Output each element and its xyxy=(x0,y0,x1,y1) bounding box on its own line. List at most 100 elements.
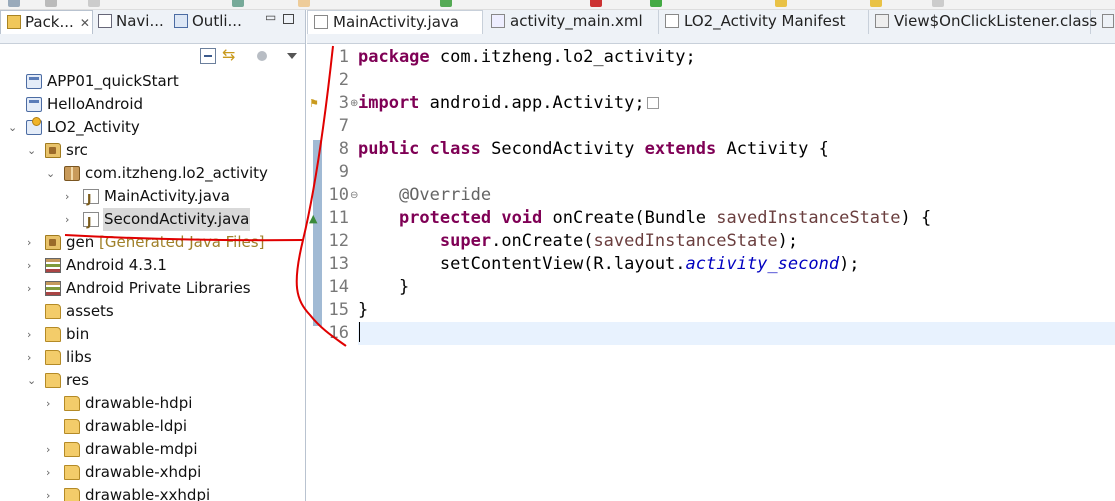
code-line-12: super.onCreate(savedInstanceState); xyxy=(358,230,798,253)
toolbar-icon[interactable] xyxy=(298,0,310,7)
tree-item[interactable]: › drawable-xhdpi xyxy=(0,461,305,484)
line-number: 9 xyxy=(338,162,349,182)
tree-item-label: Android 4.3.1 xyxy=(66,256,167,274)
tab-label: MainActivity.java xyxy=(333,13,459,31)
tab-outline[interactable]: Outli... xyxy=(174,10,242,34)
toolbar-icon[interactable] xyxy=(932,0,944,7)
package-explorer-view: Pack... ✕ Navi... Outli... ▭ APP01_quickS… xyxy=(0,10,306,501)
toolbar-icon[interactable] xyxy=(870,0,882,7)
more-tabs-icon[interactable] xyxy=(1102,14,1114,28)
expand-arrow-icon[interactable]: › xyxy=(27,346,39,369)
tab-activity-main-xml[interactable]: activity_main.xml xyxy=(485,10,659,34)
tree-item-label: drawable-ldpi xyxy=(85,417,188,435)
tree-item[interactable]: › SecondActivity.java xyxy=(0,208,305,234)
code-line-1: package com.itzheng.lo2_activity; xyxy=(358,46,696,69)
expand-arrow-icon[interactable]: › xyxy=(27,323,39,346)
line-number: 3 xyxy=(338,93,349,113)
toolbar-icon[interactable] xyxy=(88,0,100,7)
tree-item[interactable]: ⌄ com.itzheng.lo2_activity xyxy=(0,162,305,185)
tree-item[interactable]: › gen [Generated Java Files] xyxy=(0,231,305,254)
tree-item[interactable]: ⌄ src xyxy=(0,139,305,162)
keyword: class xyxy=(429,139,481,159)
java-editor: MainActivity.java activity_main.xml LO2_… xyxy=(307,10,1115,501)
tree-item-label: HelloAndroid xyxy=(47,95,144,113)
code-text: com.itzheng.lo2_activity; xyxy=(429,47,696,67)
expand-arrow-icon[interactable]: › xyxy=(65,185,77,208)
tree-item[interactable]: APP01_quickStart xyxy=(0,70,305,93)
tree-item-label: bin xyxy=(66,325,90,343)
collapse-arrow-icon[interactable]: ⌄ xyxy=(46,162,58,185)
expand-arrow-icon[interactable]: › xyxy=(46,438,58,461)
expand-arrow-icon[interactable]: › xyxy=(46,392,58,415)
parameter: savedInstanceState xyxy=(593,231,778,251)
line-number: 13 xyxy=(328,254,349,274)
toolbar-icon[interactable] xyxy=(8,0,20,7)
tab-label: Outli... xyxy=(192,12,242,30)
tree-item[interactable]: assets xyxy=(0,300,305,323)
tree-item[interactable]: › drawable-hdpi xyxy=(0,392,305,415)
tree-item-label: drawable-xhdpi xyxy=(85,463,202,481)
collapse-arrow-icon[interactable]: ⌄ xyxy=(27,369,39,392)
tree-item[interactable]: › MainActivity.java xyxy=(0,185,305,211)
line-number: 14 xyxy=(328,277,349,297)
folder-icon xyxy=(64,419,80,434)
tab-manifest[interactable]: LO2_Activity Manifest xyxy=(659,10,869,34)
toolbar-icon[interactable] xyxy=(45,0,57,7)
line-number: 12 xyxy=(328,231,349,251)
toolbar-icon[interactable] xyxy=(775,0,787,7)
tab-package-explorer[interactable]: Pack... ✕ xyxy=(0,10,93,34)
line-number: 1 xyxy=(338,47,349,67)
tree-item[interactable]: › Android Private Libraries xyxy=(0,277,305,300)
keyword: package xyxy=(358,47,430,67)
tab-view-onclicklistener-class[interactable]: View$OnClickListener.class xyxy=(869,10,1097,34)
tree-item[interactable]: › libs xyxy=(0,346,305,369)
tree-item-label: Android Private Libraries xyxy=(66,279,251,297)
expand-arrow-icon[interactable]: › xyxy=(27,254,39,277)
tree-item[interactable]: › bin xyxy=(0,323,305,346)
link-with-editor-icon[interactable] xyxy=(222,45,238,64)
expand-arrow-icon[interactable]: › xyxy=(27,231,39,254)
tree-item[interactable]: HelloAndroid xyxy=(0,93,305,116)
text-caret xyxy=(359,322,360,342)
toolbar-icon[interactable] xyxy=(232,0,244,7)
tree-item[interactable]: ⌄ res xyxy=(0,369,305,392)
view-menu-icon[interactable] xyxy=(285,48,301,64)
toolbar-icon[interactable] xyxy=(590,0,602,7)
folder-icon xyxy=(64,488,80,501)
tree-item[interactable]: › drawable-mdpi xyxy=(0,438,305,461)
tree-item[interactable]: drawable-ldpi xyxy=(0,415,305,438)
line-number: 16 xyxy=(328,323,349,343)
filter-icon[interactable] xyxy=(255,48,271,64)
code-text: ); xyxy=(777,231,799,251)
toolbar-icon[interactable] xyxy=(650,0,662,7)
folder-icon xyxy=(45,350,61,365)
expand-arrow-icon[interactable]: › xyxy=(65,208,77,231)
library-icon xyxy=(45,281,61,296)
tab-main-activity-java[interactable]: MainActivity.java xyxy=(307,10,483,34)
code-line-8: public class SecondActivity extends Acti… xyxy=(358,138,829,161)
folded-imports-icon[interactable] xyxy=(646,97,659,109)
close-icon[interactable]: ✕ xyxy=(80,16,90,30)
collapse-arrow-icon[interactable]: ⌄ xyxy=(27,139,39,162)
tree-item-label: libs xyxy=(66,348,92,366)
tree-item[interactable]: › drawable-xxhdpi xyxy=(0,484,305,501)
override-marker-icon[interactable]: ▲ xyxy=(309,212,323,226)
keyword: void xyxy=(501,208,543,228)
warning-marker-icon[interactable]: ⚑ xyxy=(309,97,323,111)
line-number: 15 xyxy=(328,300,349,320)
tree-item[interactable]: ⌄ LO2_Activity xyxy=(0,116,305,139)
maximize-button[interactable] xyxy=(283,14,294,24)
line-number: 7 xyxy=(338,116,349,136)
toolbar-icon[interactable] xyxy=(440,0,452,7)
code-line-11: protected void onCreate(Bundle savedInst… xyxy=(358,207,931,230)
minimize-button[interactable]: ▭ xyxy=(265,11,277,23)
folder-icon xyxy=(45,373,61,388)
tree-item-decoration: [Generated Java Files] xyxy=(99,233,265,251)
collapse-arrow-icon[interactable]: ⌄ xyxy=(8,116,20,139)
collapse-all-icon[interactable] xyxy=(200,48,216,64)
tab-navigator[interactable]: Navi... xyxy=(98,10,164,34)
expand-arrow-icon[interactable]: › xyxy=(27,277,39,300)
tree-item[interactable]: › Android 4.3.1 xyxy=(0,254,305,277)
expand-arrow-icon[interactable]: › xyxy=(46,484,58,501)
expand-arrow-icon[interactable]: › xyxy=(46,461,58,484)
